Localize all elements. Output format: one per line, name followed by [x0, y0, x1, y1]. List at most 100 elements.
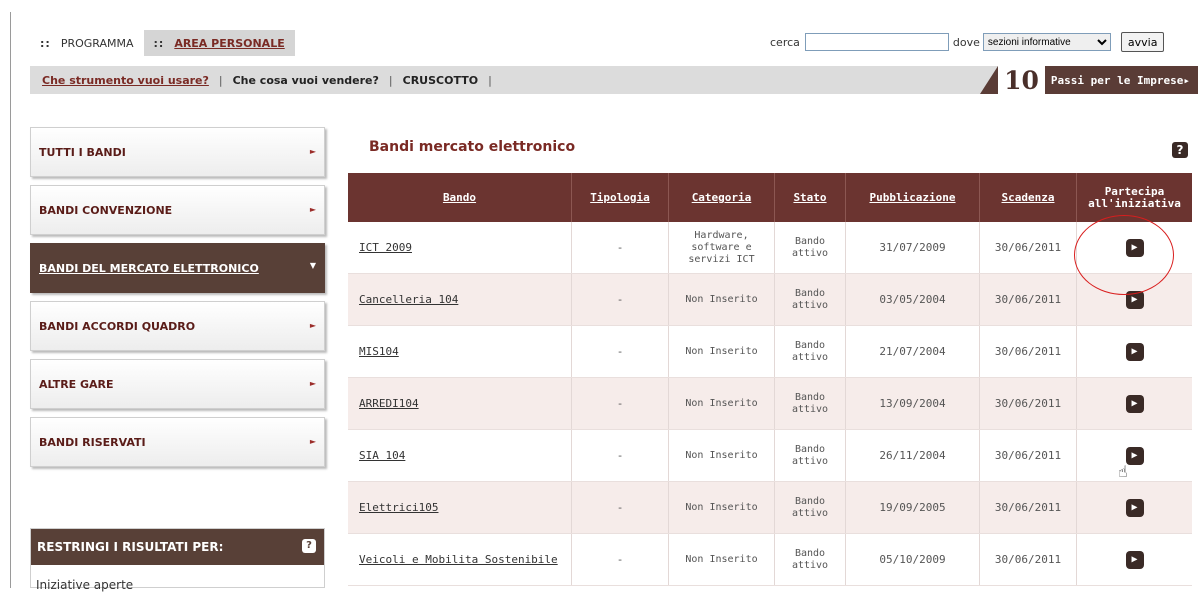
banner-text-label: Passi per le Imprese: [1050, 73, 1184, 87]
table-row: MIS104- Non Inserito Bando attivo 21/07/200…: [348, 325, 1192, 378]
bando-cell[interactable]: MIS104: [348, 325, 572, 378]
banner-number: 10: [998, 66, 1045, 95]
partecipa-cell: ▶: [1076, 481, 1192, 534]
scadenza-cell: 30/06/2011: [979, 481, 1077, 534]
filter-panel-title: RESTRINGI I RISULTATI PER:: [37, 540, 224, 554]
arrow-down-icon: ▼: [309, 261, 316, 270]
filter-panel: RESTRINGI I RISULTATI PER: ? Iniziative …: [30, 528, 325, 592]
play-arrow-icon[interactable]: ▶: [1125, 550, 1144, 569]
bando-cell[interactable]: SIA 104: [348, 429, 572, 482]
tab-programma[interactable]: :: PROGRAMMA: [30, 30, 144, 56]
table-body: ICT 2009- Hardware, software e servizi IC…: [348, 222, 1192, 586]
sidebar-item-bandi-convenzione[interactable]: BANDI CONVENZIONE ►: [30, 185, 325, 235]
top-tabs: :: PROGRAMMA :: AREA PERSONALE: [30, 30, 295, 56]
table-row: SIA 104- Non Inserito Bando attivo 26/11/20…: [348, 429, 1192, 482]
column-header-bando[interactable]: Bando: [348, 173, 572, 222]
tipologia-cell: -: [571, 533, 669, 586]
scadenza-cell: 30/06/2011: [979, 273, 1077, 326]
bando-cell[interactable]: ARREDI104: [348, 377, 572, 430]
sidebar-item-label: BANDI RISERVATI: [39, 435, 146, 449]
arrow-right-icon: ►: [309, 147, 316, 156]
column-header-categoria[interactable]: Categoria: [668, 173, 775, 222]
pubblicazione-cell: 05/10/2009: [845, 533, 980, 586]
play-arrow-icon[interactable]: ▶: [1125, 446, 1144, 465]
sub-navigation: Che strumento vuoi usare? | Che cosa vuo…: [30, 66, 1198, 95]
search-input[interactable]: [804, 33, 949, 51]
categoria-cell: Non Inserito: [668, 273, 775, 326]
categoria-cell: Non Inserito: [668, 429, 775, 482]
table-row: Cancelleria 104- Non Inserito Bando attivo…: [348, 273, 1192, 326]
ten-steps-banner[interactable]: 10 Passi per le Imprese ▸: [980, 66, 1198, 95]
help-icon[interactable]: ?: [1172, 142, 1188, 158]
tab-bullet-icon: ::: [40, 36, 51, 50]
play-arrow-icon[interactable]: ▶: [1125, 342, 1144, 361]
section-label: dove: [952, 35, 980, 49]
sidebar-item-label: ALTRE GARE: [39, 377, 114, 391]
partecipa-cell: ▶: [1076, 533, 1192, 586]
banner-slash: [980, 66, 999, 94]
stato-cell: Bando attivo: [774, 222, 846, 274]
tab-label: PROGRAMMA: [60, 36, 134, 50]
table-row: ICT 2009- Hardware, software e servizi IC…: [348, 222, 1192, 274]
stato-cell: Bando attivo: [774, 325, 846, 378]
arrow-right-icon: ►: [309, 379, 316, 388]
banner-text: Passi per le Imprese ▸: [1044, 66, 1198, 94]
pubblicazione-cell: 31/07/2009: [845, 222, 980, 274]
tipologia-cell: -: [571, 222, 669, 274]
search-go-button[interactable]: avvia: [1120, 32, 1165, 52]
categoria-cell: Non Inserito: [668, 481, 775, 534]
stato-cell: Bando attivo: [774, 377, 846, 430]
search-label: cerca: [770, 35, 800, 49]
tab-bullet-icon: ::: [153, 36, 165, 50]
help-icon[interactable]: ?: [302, 539, 316, 553]
bando-cell[interactable]: Veicoli e Mobilita Sostenibile: [348, 533, 572, 586]
scadenza-cell: 30/06/2011: [979, 429, 1077, 482]
filter-panel-header: RESTRINGI I RISULTATI PER: ?: [31, 529, 324, 565]
bando-cell[interactable]: Cancelleria 104: [348, 273, 572, 326]
arrow-right-icon: ►: [309, 205, 316, 214]
arrow-right-icon: ►: [309, 437, 316, 446]
column-header-pubblicazione[interactable]: Pubblicazione: [845, 173, 980, 222]
bando-cell[interactable]: Elettrici105: [348, 481, 572, 534]
tab-label: AREA PERSONALE: [174, 36, 285, 50]
column-header-scadenza[interactable]: Scadenza: [979, 173, 1077, 222]
sidebar: TUTTI I BANDI ► BANDI CONVENZIONE ► BAND…: [30, 127, 325, 475]
column-header-tipologia[interactable]: Tipologia: [571, 173, 669, 222]
table-row: ARREDI104- Non Inserito Bando attivo 13/09/…: [348, 377, 1192, 430]
nav-link-strumento[interactable]: Che strumento vuoi usare?: [30, 74, 219, 87]
nav-link-cruscotto[interactable]: CRUSCOTTO: [393, 74, 488, 87]
sidebar-item-mercato-elettronico[interactable]: BANDI DEL MERCATO ELETTRONICO ▼: [30, 243, 325, 293]
column-header-stato[interactable]: Stato: [774, 173, 846, 222]
partecipa-cell: ▶: [1076, 325, 1192, 378]
pubblicazione-cell: 19/09/2005: [845, 481, 980, 534]
sidebar-item-altre-gare[interactable]: ALTRE GARE ►: [30, 359, 325, 409]
categoria-cell: Hardware, software e servizi ICT: [668, 222, 775, 274]
nav-link-vendere[interactable]: Che cosa vuoi vendere?: [223, 74, 389, 87]
scadenza-cell: 30/06/2011: [979, 222, 1077, 274]
tipologia-cell: -: [571, 377, 669, 430]
page-title: Bandi mercato elettronico: [369, 139, 576, 155]
tipologia-cell: -: [571, 429, 669, 482]
categoria-cell: Non Inserito: [668, 377, 775, 430]
stato-cell: Bando attivo: [774, 273, 846, 326]
sidebar-item-tutti-i-bandi[interactable]: TUTTI I BANDI ►: [30, 127, 325, 177]
sidebar-item-label: BANDI ACCORDI QUADRO: [39, 319, 196, 333]
sidebar-item-label: BANDI DEL MERCATO ELETTRONICO: [39, 261, 259, 275]
table-row: Veicoli e Mobilita Sostenibile - Non Inser…: [348, 533, 1192, 586]
scadenza-cell: 30/06/2011: [979, 325, 1077, 378]
scadenza-cell: 30/06/2011: [979, 533, 1077, 586]
sidebar-item-bandi-riservati[interactable]: BANDI RISERVATI ►: [30, 417, 325, 467]
stato-cell: Bando attivo: [774, 533, 846, 586]
page-left-rule: [10, 12, 11, 588]
sidebar-item-accordi-quadro[interactable]: BANDI ACCORDI QUADRO ►: [30, 301, 325, 351]
section-select[interactable]: sezioni informative: [982, 33, 1111, 51]
tab-area-personale[interactable]: :: AREA PERSONALE: [143, 30, 295, 56]
play-arrow-icon[interactable]: ▶: [1125, 498, 1144, 517]
bando-cell[interactable]: ICT 2009: [348, 222, 572, 274]
play-arrow-icon[interactable]: ▶: [1125, 394, 1144, 413]
sidebar-item-label: TUTTI I BANDI: [39, 145, 126, 159]
chevron-right-icon: ▸: [1183, 73, 1190, 87]
tenders-table: Bando Tipologia Categoria Stato Pubblica…: [348, 173, 1192, 586]
partecipa-cell: ▶: [1076, 429, 1192, 482]
table-header-row: Bando Tipologia Categoria Stato Pubblica…: [348, 173, 1192, 222]
